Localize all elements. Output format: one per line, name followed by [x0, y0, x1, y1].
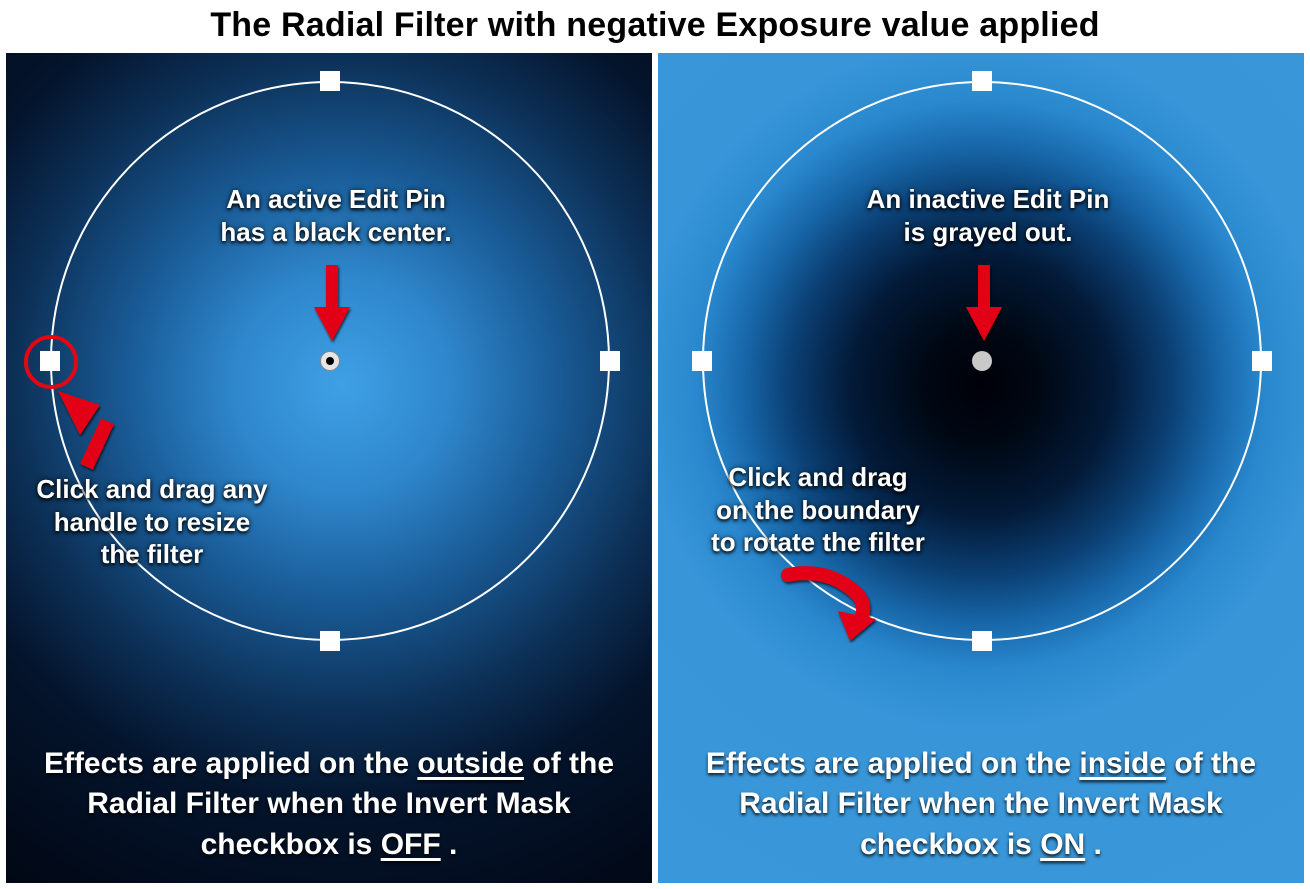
caption-invert-on: Effects are applied on the inside of the…: [658, 744, 1304, 866]
resize-handle-top[interactable]: [320, 71, 340, 91]
arrow-down-icon: [962, 261, 1006, 347]
edit-pin-inactive[interactable]: [972, 351, 992, 371]
label-resize-handle: Click and drag any handle to resize the …: [6, 473, 302, 571]
resize-handle-bottom[interactable]: [320, 631, 340, 651]
resize-handle-right[interactable]: [1252, 351, 1272, 371]
caption-text: Effects are applied on the: [44, 747, 409, 780]
panel-invert-on: An inactive Edit Pin is grayed out. Clic…: [658, 53, 1304, 883]
caption-text: Effects are applied on the: [706, 747, 1071, 780]
resize-handle-top[interactable]: [972, 71, 992, 91]
arrow-rotate-icon: [768, 563, 878, 643]
diagram-frame: The Radial Filter with negative Exposure…: [0, 0, 1310, 889]
arrow-upleft-icon: [50, 383, 140, 479]
caption-underline-state: OFF: [381, 828, 441, 861]
caption-underline-state: ON: [1040, 828, 1085, 861]
panel-invert-off: An active Edit Pin has a black center. C…: [6, 53, 652, 883]
caption-text: .: [1094, 828, 1102, 861]
resize-handle-left[interactable]: [692, 351, 712, 371]
highlight-circle: [24, 335, 78, 389]
caption-invert-off: Effects are applied on the outside of th…: [6, 744, 652, 866]
caption-underline-area: outside: [417, 747, 524, 780]
panels-row: An active Edit Pin has a black center. C…: [0, 53, 1310, 889]
label-active-pin: An active Edit Pin has a black center.: [176, 183, 496, 248]
label-inactive-pin: An inactive Edit Pin is grayed out.: [828, 183, 1148, 248]
resize-handle-bottom[interactable]: [972, 631, 992, 651]
resize-handle-right[interactable]: [600, 351, 620, 371]
caption-underline-area: inside: [1079, 747, 1166, 780]
caption-text: .: [449, 828, 457, 861]
page-title: The Radial Filter with negative Exposure…: [0, 0, 1310, 53]
label-rotate-boundary: Click and drag on the boundary to rotate…: [678, 461, 958, 559]
arrow-down-icon: [310, 261, 354, 347]
edit-pin-active[interactable]: [320, 351, 340, 371]
